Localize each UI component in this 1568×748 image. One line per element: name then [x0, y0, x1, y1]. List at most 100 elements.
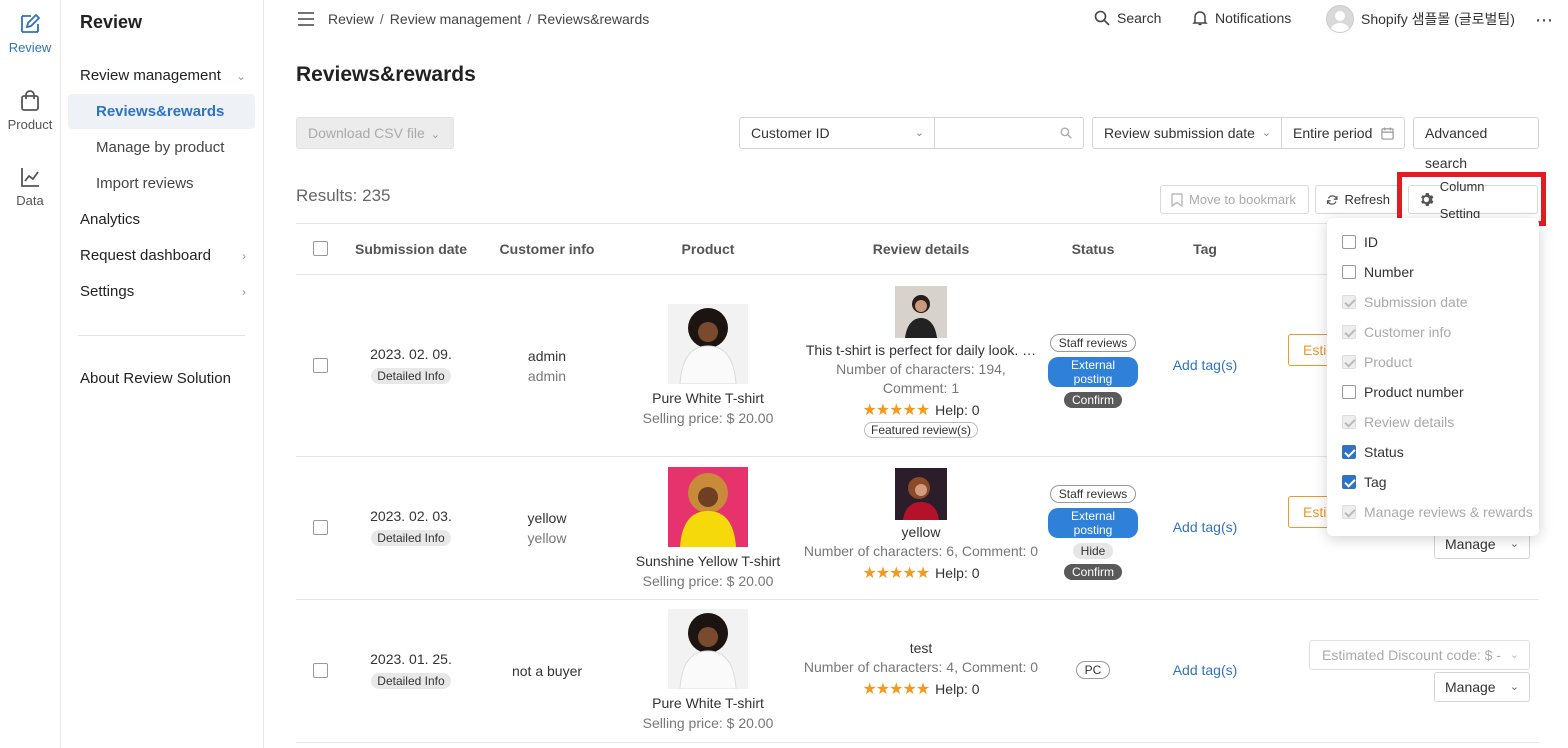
- review-photo[interactable]: [895, 286, 947, 338]
- breadcrumb: Review / Review management / Reviews&rewards: [328, 11, 650, 27]
- chevron-down-icon: ⌄: [1261, 127, 1271, 139]
- date-type-select[interactable]: Review submission date ⌄: [1092, 117, 1282, 149]
- add-tag-link[interactable]: Add tag(s): [1173, 357, 1238, 373]
- checkbox: [1342, 505, 1356, 519]
- column-header[interactable]: Customer info: [486, 241, 608, 257]
- breadcrumb-item[interactable]: Review management: [390, 11, 522, 27]
- status-badge: PC: [1075, 661, 1111, 679]
- review-details-cell: test Number of characters: 4, Comment: 0…: [801, 640, 1041, 699]
- detailed-info-chip[interactable]: Detailed Info: [371, 530, 451, 546]
- nav-analytics[interactable]: Analytics: [80, 203, 256, 237]
- add-tag-link[interactable]: Add tag(s): [1173, 519, 1238, 535]
- period-picker[interactable]: Entire period: [1281, 117, 1405, 149]
- search-input[interactable]: [934, 117, 1084, 149]
- product-name[interactable]: Pure White T-shirt: [633, 695, 783, 711]
- nav-sub-import-reviews[interactable]: Import reviews: [68, 166, 255, 201]
- filter-field-select[interactable]: Customer ID ⌄: [739, 117, 935, 149]
- review-meta: Number of characters: 4, Comment: 0: [803, 659, 1039, 675]
- customer-name[interactable]: admin: [486, 348, 608, 364]
- product-cell: Pure White T-shirt Selling price: $ 20.0…: [633, 304, 783, 426]
- product-name[interactable]: Sunshine Yellow T-shirt: [623, 553, 793, 569]
- customer-name[interactable]: yellow: [486, 510, 608, 526]
- review-text[interactable]: This t-shirt is perfect for daily look. …: [801, 342, 1041, 358]
- customer-name[interactable]: not a buyer: [486, 663, 608, 679]
- refresh-button[interactable]: Refresh: [1315, 185, 1401, 214]
- checkbox: [1342, 295, 1356, 309]
- column-option-status[interactable]: Status: [1342, 442, 1404, 462]
- rating-row: ★★★★★ Help: 0: [801, 679, 1041, 699]
- product-image[interactable]: [668, 467, 748, 547]
- nav-review-management[interactable]: Review management ⌄: [80, 59, 256, 93]
- checkbox[interactable]: [1342, 475, 1356, 489]
- manage-label: Manage: [1445, 536, 1496, 552]
- nav-settings[interactable]: Settings ›: [80, 275, 256, 309]
- column-header[interactable]: Product: [638, 241, 778, 257]
- bell-icon: [1192, 11, 1208, 26]
- product-image[interactable]: [668, 609, 748, 689]
- select-all-checkbox[interactable]: [313, 241, 328, 256]
- checkbox[interactable]: [1342, 235, 1356, 249]
- notifications-button[interactable]: Notifications: [1192, 10, 1291, 26]
- account-name: Shopify 샘플몰 (글로벌팀): [1361, 11, 1515, 27]
- nav-sub-manage-by-product[interactable]: Manage by product: [68, 130, 255, 165]
- product-name[interactable]: Pure White T-shirt: [633, 390, 783, 406]
- column-option-label: Number: [1364, 264, 1414, 280]
- add-tag-link[interactable]: Add tag(s): [1173, 662, 1238, 678]
- column-header[interactable]: Tag: [1165, 241, 1245, 257]
- nav-about[interactable]: About Review Solution: [80, 362, 256, 396]
- checkbox[interactable]: [1342, 385, 1356, 399]
- column-header[interactable]: Submission date: [351, 241, 471, 257]
- nav-request-dashboard[interactable]: Request dashboard ›: [80, 239, 256, 273]
- chevron-right-icon: ›: [242, 249, 246, 263]
- column-option-label: Review details: [1364, 414, 1455, 430]
- column-option-review-details: Review details: [1342, 412, 1454, 432]
- download-csv-button[interactable]: Download CSV file ⌄: [296, 117, 454, 149]
- column-header[interactable]: Review details: [801, 241, 1041, 257]
- advanced-search-button[interactable]: Advanced search: [1413, 117, 1539, 171]
- detailed-info-chip[interactable]: Detailed Info: [371, 673, 451, 689]
- product-image[interactable]: [668, 304, 748, 384]
- column-header[interactable]: Status: [1048, 241, 1138, 257]
- nav-label: Request dashboard: [80, 247, 211, 264]
- rail-item-product[interactable]: Product: [0, 89, 60, 132]
- more-options-icon[interactable]: ⋯: [1535, 10, 1554, 31]
- column-option-number[interactable]: Number: [1342, 262, 1414, 282]
- review-photo[interactable]: [895, 468, 947, 520]
- column-setting-dropdown: ID Number Submission date Customer info …: [1327, 218, 1539, 536]
- column-option-id[interactable]: ID: [1342, 232, 1378, 252]
- submission-date-cell: 2023. 02. 09. Detailed Info: [351, 346, 471, 384]
- chevron-down-icon: ⌄: [1509, 681, 1519, 693]
- rail-item-review[interactable]: Review: [0, 12, 60, 55]
- divider: [78, 335, 245, 336]
- move-to-bookmark-button[interactable]: Move to bookmark: [1160, 185, 1309, 214]
- help-count: Help: 0: [935, 402, 980, 418]
- detailed-info-chip[interactable]: Detailed Info: [371, 368, 451, 384]
- checkbox[interactable]: [1342, 265, 1356, 279]
- checkbox[interactable]: [1342, 445, 1356, 459]
- notifications-label: Notifications: [1215, 10, 1292, 26]
- column-option-submission-date: Submission date: [1342, 292, 1468, 312]
- column-option-product-number[interactable]: Product number: [1342, 382, 1464, 402]
- breadcrumb-item: Reviews&rewards: [537, 11, 650, 27]
- table-row: 2023. 01. 25. Detailed Info not a buyer …: [296, 600, 1539, 743]
- row-checkbox[interactable]: [313, 663, 328, 678]
- search-button[interactable]: Search: [1094, 10, 1161, 26]
- column-option-tag[interactable]: Tag: [1342, 472, 1387, 492]
- review-text[interactable]: test: [801, 640, 1041, 656]
- product-cell: Pure White T-shirt Selling price: $ 20.0…: [633, 609, 783, 731]
- row-checkbox[interactable]: [313, 358, 328, 373]
- nav-sub-reviews-rewards[interactable]: Reviews&rewards: [68, 94, 255, 129]
- review-text[interactable]: yellow: [801, 524, 1041, 540]
- breadcrumb-item[interactable]: Review: [328, 11, 374, 27]
- top-bar: Review / Review management / Reviews&rewards…: [264, 0, 1568, 40]
- estimated-discount-select[interactable]: Estimated Discount code: $ - ⌄: [1309, 640, 1530, 670]
- rail-item-data[interactable]: Data: [0, 165, 60, 208]
- hamburger-menu-icon[interactable]: [298, 12, 314, 26]
- search-icon: [1094, 10, 1110, 26]
- review-meta: Number of characters: 194,: [836, 361, 1006, 377]
- manage-button[interactable]: Manage ⌄: [1434, 672, 1530, 702]
- account-menu[interactable]: Shopify 샘플몰 (글로벌팀): [1326, 5, 1515, 33]
- row-checkbox[interactable]: [313, 520, 328, 535]
- column-option-label: Manage reviews & rewards: [1364, 504, 1533, 520]
- download-csv-label: Download CSV file: [308, 125, 425, 141]
